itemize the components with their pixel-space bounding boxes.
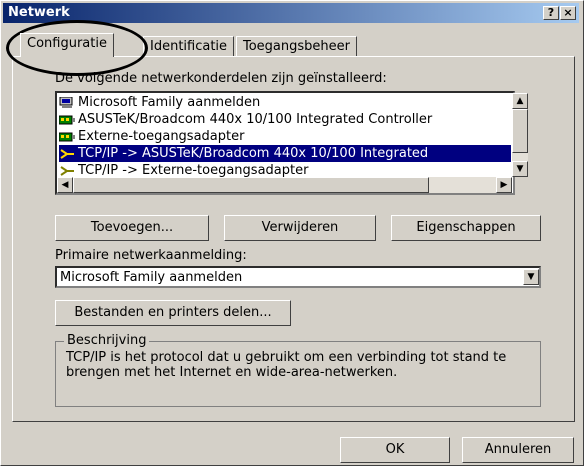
scroll-down-icon[interactable]: ▼ xyxy=(512,161,528,177)
protocol-icon xyxy=(59,165,75,177)
description-text: TCP/IP is het protocol dat u gebruikt om… xyxy=(66,350,507,380)
list-item-selected[interactable]: TCP/IP -> ASUSTeK/Broadcom 440x 10/100 I… xyxy=(59,145,511,162)
list-item[interactable]: Microsoft Family aanmelden xyxy=(59,94,260,111)
components-label: De volgende netwerkonderdelen zijn geïns… xyxy=(55,71,387,86)
tab-identificatie[interactable]: Identificatie xyxy=(143,36,235,56)
properties-button[interactable]: Eigenschappen xyxy=(391,215,541,241)
help-button[interactable]: ? xyxy=(543,6,559,20)
chevron-down-icon[interactable]: ▼ xyxy=(523,269,539,285)
primary-logon-select[interactable]: Microsoft Family aanmelden ▼ xyxy=(55,266,541,288)
close-button[interactable]: × xyxy=(560,6,576,20)
scroll-up-icon[interactable]: ▲ xyxy=(512,93,528,109)
scroll-thumb[interactable] xyxy=(512,109,528,153)
tab-toegangsbeheer[interactable]: Toegangsbeheer xyxy=(236,36,357,56)
ok-button[interactable]: OK xyxy=(340,437,450,463)
list-item[interactable]: ASUSTeK/Broadcom 440x 10/100 Integrated … xyxy=(58,111,432,128)
add-button[interactable]: Toevoegen... xyxy=(55,215,209,241)
scroll-right-icon[interactable]: ▶ xyxy=(496,177,512,193)
tab-configuratie[interactable]: Configuratie xyxy=(20,33,114,57)
network-adapter-icon xyxy=(58,131,75,143)
primary-logon-value: Microsoft Family aanmelden xyxy=(60,270,243,285)
scroll-thumb-horizontal[interactable] xyxy=(73,177,429,193)
cancel-button[interactable]: Annuleren xyxy=(462,437,574,463)
list-item[interactable]: Externe-toegangsadapter xyxy=(58,128,244,145)
description-group: TCP/IP is het protocol dat u gebruikt om… xyxy=(55,341,541,407)
horizontal-scrollbar[interactable]: ◀ ▶ xyxy=(57,177,512,193)
window-title: Netwerk xyxy=(8,5,70,20)
description-title: Beschrijving xyxy=(64,333,150,348)
vertical-scrollbar[interactable]: ▲ ▼ xyxy=(512,93,528,177)
scroll-left-icon[interactable]: ◀ xyxy=(57,177,73,193)
computer-icon xyxy=(59,96,75,109)
protocol-icon xyxy=(59,148,75,160)
primary-logon-label: Primaire netwerkaanmelding: xyxy=(55,248,247,263)
network-adapter-icon xyxy=(58,114,75,126)
remove-button[interactable]: Verwijderen xyxy=(224,215,376,241)
file-print-sharing-button[interactable]: Bestanden en printers delen... xyxy=(55,300,291,326)
